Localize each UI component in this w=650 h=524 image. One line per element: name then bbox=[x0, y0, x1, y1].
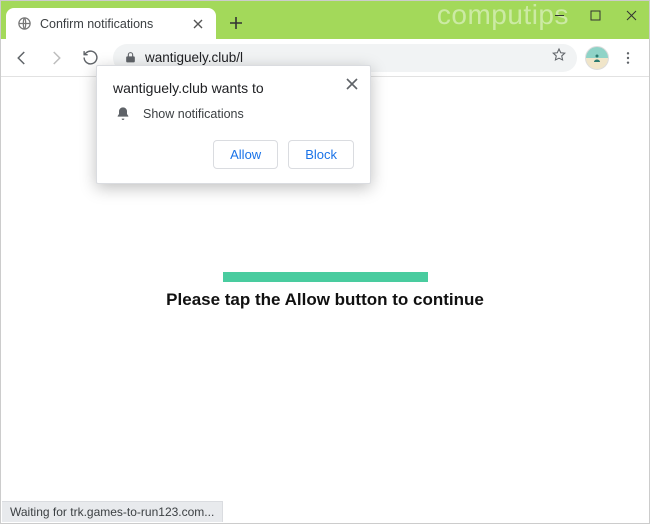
permission-item: Show notifications bbox=[115, 106, 354, 122]
status-bar: Waiting for trk.games-to-run123.com... bbox=[2, 501, 223, 522]
permission-label: Show notifications bbox=[143, 107, 244, 121]
permission-origin-text: wantiguely.club wants to bbox=[113, 80, 354, 96]
globe-icon bbox=[16, 16, 32, 32]
bookmark-star-icon[interactable] bbox=[551, 47, 567, 68]
block-button[interactable]: Block bbox=[288, 140, 354, 169]
forward-button[interactable] bbox=[41, 43, 71, 73]
bell-icon bbox=[115, 106, 131, 122]
minimize-button[interactable] bbox=[541, 1, 577, 29]
allow-button[interactable]: Allow bbox=[213, 140, 278, 169]
dialog-close-button[interactable] bbox=[342, 74, 362, 94]
lock-icon bbox=[123, 51, 137, 65]
back-button[interactable] bbox=[7, 43, 37, 73]
close-window-button[interactable] bbox=[613, 1, 649, 29]
permission-dialog: wantiguely.club wants to Show notificati… bbox=[96, 65, 371, 184]
window-controls bbox=[541, 1, 649, 29]
permission-actions: Allow Block bbox=[113, 140, 354, 169]
kebab-menu-icon[interactable] bbox=[613, 43, 643, 73]
new-tab-button[interactable] bbox=[222, 9, 250, 37]
url-input[interactable] bbox=[145, 50, 543, 65]
page-message: Please tap the Allow button to continue bbox=[2, 290, 648, 310]
tab-title: Confirm notifications bbox=[40, 17, 182, 31]
accent-bar bbox=[223, 272, 428, 282]
window-titlebar: computips Confirm notifications bbox=[1, 1, 649, 39]
tab-close-button[interactable] bbox=[190, 16, 206, 32]
profile-avatar[interactable] bbox=[585, 46, 609, 70]
browser-tab[interactable]: Confirm notifications bbox=[6, 8, 216, 39]
maximize-button[interactable] bbox=[577, 1, 613, 29]
